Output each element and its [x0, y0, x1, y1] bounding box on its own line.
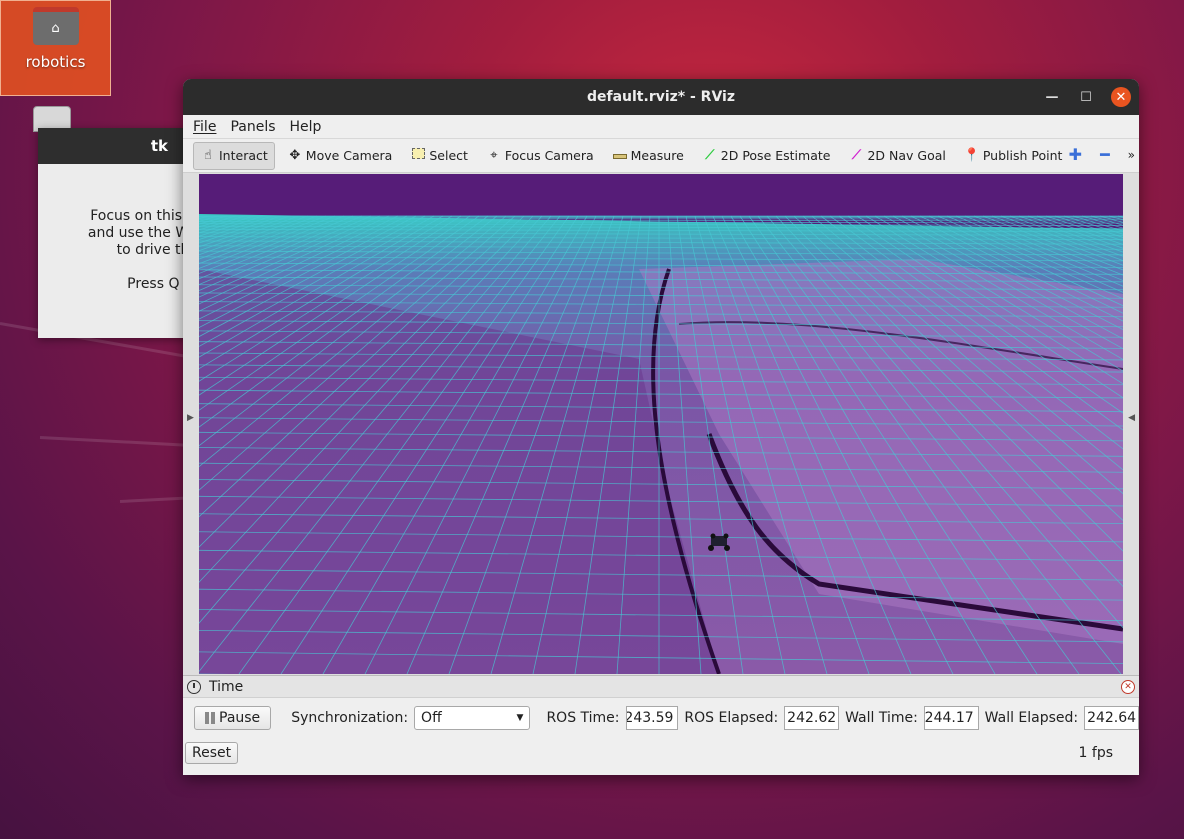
desktop-icon-robotics[interactable]: ⌂ robotics	[0, 0, 111, 96]
tool-label: Interact	[219, 148, 268, 163]
wallpaper-line	[39, 436, 185, 447]
tool-label: Move Camera	[305, 148, 393, 163]
toolbar-overflow-icon[interactable]: »	[1128, 148, 1135, 162]
menu-panels[interactable]: Panels	[230, 117, 275, 137]
chevron-down-icon: ▼	[516, 713, 524, 723]
minimize-icon[interactable]: —	[1043, 88, 1061, 106]
rviz-window[interactable]: default.rviz* - RViz — ☐ ✕ File Panels H…	[183, 79, 1139, 775]
menubar: File Panels Help	[183, 115, 1139, 139]
tk-instructions: Focus on this w and use the WA to drive …	[38, 164, 198, 293]
close-icon[interactable]: ✕	[1111, 87, 1131, 107]
wall-elapsed-label: Wall Elapsed:	[984, 710, 1079, 726]
tool-bar: ☝ Interact ✥ Move Camera Select ⌖ Focus …	[183, 139, 1139, 173]
ruler-icon	[612, 148, 628, 163]
tool-label: Select	[429, 148, 468, 163]
render-area: ▶ ◀	[183, 173, 1139, 676]
move-camera-icon: ✥	[289, 148, 301, 163]
left-panel-toggle-icon[interactable]: ▶	[187, 413, 194, 423]
time-panel-title: Time	[209, 678, 244, 695]
tool-focus-camera[interactable]: ⌖ Focus Camera	[480, 142, 600, 170]
ros-time-field[interactable]: 9243.59	[625, 706, 679, 730]
ros-elapsed-value: 242.62	[787, 710, 837, 726]
panel-close-icon[interactable]: ✕	[1121, 680, 1135, 694]
tk-window[interactable]: tk Focus on this w and use the WA to dri…	[38, 128, 198, 338]
menu-file[interactable]: File	[193, 117, 216, 137]
reset-button[interactable]: Reset	[185, 742, 239, 764]
menu-help[interactable]: Help	[290, 117, 322, 137]
ros-time-value: 9243.59	[625, 710, 674, 726]
wall-time-field[interactable]: 9244.17	[923, 706, 979, 730]
sync-label: Synchronization:	[291, 710, 409, 726]
tk-line: Press Q to	[127, 276, 198, 292]
pause-icon	[205, 712, 215, 724]
tk-line: to drive the	[116, 242, 198, 258]
select-box-icon	[410, 148, 426, 163]
tool-label: 2D Nav Goal	[867, 148, 946, 163]
tool-move-camera[interactable]: ✥ Move Camera	[281, 142, 399, 170]
map-scene[interactable]	[199, 174, 1123, 674]
desktop-icon-label: robotics	[25, 53, 86, 71]
add-tool-icon[interactable]: ✚	[1069, 145, 1082, 164]
time-panel-row: Pause Synchronization: Off ▼ ROS Time: 9…	[183, 698, 1139, 738]
map-pin-icon: 📍	[963, 148, 981, 163]
status-row: Reset 1 fps	[183, 738, 1139, 768]
sync-select[interactable]: Off ▼	[414, 706, 531, 730]
home-folder-icon: ⌂	[32, 7, 79, 45]
wall-time-value: 9244.17	[924, 710, 974, 726]
pause-label: Pause	[219, 710, 261, 726]
remove-tool-icon[interactable]: ━	[1100, 145, 1110, 164]
maximize-icon[interactable]: ☐	[1077, 88, 1095, 106]
tool-measure[interactable]: Measure	[606, 142, 690, 170]
tool-label: Measure	[630, 148, 684, 163]
focus-camera-icon: ⌖	[490, 148, 498, 163]
magenta-arrow-icon: ⟋	[851, 148, 861, 163]
wallpaper-line	[119, 496, 190, 503]
tk-line	[38, 259, 198, 276]
hand-pointer-icon: ☝	[204, 148, 212, 163]
tool-2d-pose-estimate[interactable]: ⟋ 2D Pose Estimate	[696, 142, 837, 170]
green-arrow-icon: ⟋	[705, 148, 715, 163]
time-panel-header: Time ✕	[183, 676, 1139, 698]
wall-elapsed-field[interactable]: 242.64	[1084, 706, 1139, 730]
tool-select[interactable]: Select	[404, 142, 474, 170]
clock-icon	[187, 679, 201, 694]
tk-line: and use the WA	[87, 225, 198, 241]
tool-label: Focus Camera	[504, 148, 594, 163]
tool-label: 2D Pose Estimate	[720, 148, 831, 163]
window-title: default.rviz* - RViz	[586, 89, 735, 105]
fps-readout: 1 fps	[1078, 745, 1113, 761]
pause-button[interactable]: Pause	[194, 706, 272, 730]
ros-elapsed-label: ROS Elapsed:	[684, 710, 779, 726]
wall-elapsed-value: 242.64	[1087, 710, 1137, 726]
window-titlebar[interactable]: default.rviz* - RViz — ☐ ✕	[183, 79, 1139, 115]
tool-label: Publish Point	[982, 148, 1063, 163]
sync-value: Off	[421, 710, 442, 726]
tool-2d-nav-goal[interactable]: ⟋ 2D Nav Goal	[842, 142, 951, 170]
ros-time-label: ROS Time:	[546, 710, 620, 726]
tool-interact[interactable]: ☝ Interact	[193, 141, 275, 170]
tk-window-title: tk	[38, 128, 198, 164]
right-panel-toggle-icon[interactable]: ◀	[1128, 413, 1135, 423]
ros-elapsed-field[interactable]: 242.62	[784, 706, 840, 730]
tk-line: Focus on this w	[90, 208, 198, 224]
3d-viewport[interactable]	[199, 174, 1123, 674]
tool-publish-point[interactable]: 📍 Publish Point	[958, 142, 1069, 170]
wall-time-label: Wall Time:	[845, 710, 918, 726]
